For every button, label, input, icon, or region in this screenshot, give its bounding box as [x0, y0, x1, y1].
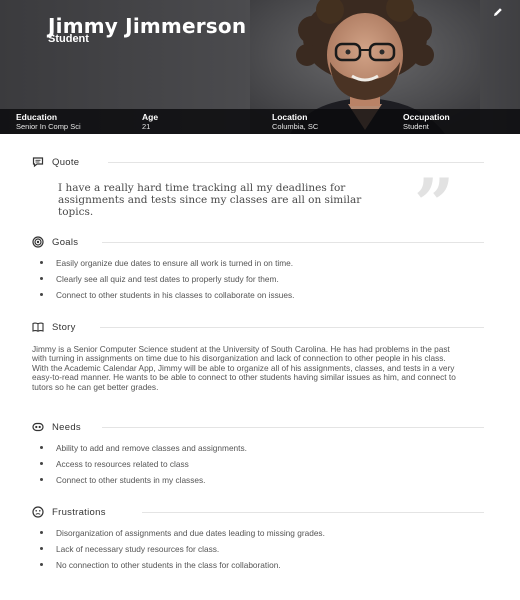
stat-label: Age: [142, 112, 159, 122]
persona-card: Jimmy Jimmerson Student Education Senior…: [0, 0, 520, 600]
stat-age: Age 21: [142, 112, 158, 131]
stat-value: 21: [142, 122, 151, 131]
target-icon: [32, 236, 44, 248]
frustrations-list: Disorganization of assignments and due d…: [38, 528, 438, 570]
stat-value: Student: [403, 122, 429, 131]
needs-icon: [32, 422, 44, 432]
stat-label: Location: [272, 112, 308, 122]
stat-label: Occupation: [403, 112, 450, 122]
section-goals-header: Goals: [32, 235, 78, 249]
section-title: Needs: [52, 421, 81, 433]
list-item: Disorganization of assignments and due d…: [38, 528, 438, 538]
frown-icon: [32, 506, 44, 518]
divider: [102, 427, 484, 428]
chat-icon: [32, 157, 44, 168]
list-item: Easily organize due dates to ensure all …: [38, 258, 294, 268]
list-item: Clearly see all quiz and test dates to p…: [38, 274, 294, 284]
section-title: Frustrations: [52, 506, 106, 518]
persona-header: Jimmy Jimmerson Student Education Senior…: [0, 0, 520, 134]
quote-mark-icon: ”: [414, 163, 455, 246]
divider: [142, 512, 484, 513]
needs-list: Ability to add and remove classes and as…: [38, 443, 247, 485]
list-item: Connect to other students in my classes.: [38, 475, 247, 485]
stat-value: Senior In Comp Sci: [16, 122, 81, 131]
list-item: Access to resources related to class: [38, 459, 247, 469]
stat-education: Education Senior In Comp Sci: [16, 112, 81, 131]
section-story-header: Story: [32, 320, 76, 334]
section-title: Quote: [52, 156, 80, 168]
section-needs-header: Needs: [32, 420, 81, 434]
stat-value: Columbia, SC: [272, 122, 319, 131]
pencil-icon[interactable]: [492, 6, 504, 18]
list-item: Connect to other students in his classes…: [38, 290, 294, 300]
stat-location: Location Columbia, SC: [272, 112, 318, 131]
story-text: Jimmy is a Senior Computer Science stude…: [32, 344, 456, 392]
divider: [102, 242, 484, 243]
book-icon: [32, 322, 44, 332]
section-frustrations-header: Frustrations: [32, 505, 106, 519]
section-title: Story: [52, 321, 76, 333]
quote-text: I have a really hard time tracking all m…: [58, 182, 362, 218]
list-item: Ability to add and remove classes and as…: [38, 443, 247, 453]
divider: [100, 327, 484, 328]
section-title: Goals: [52, 236, 79, 248]
stat-occupation: Occupation Student: [403, 112, 450, 131]
persona-stats-bar: Education Senior In Comp Sci Age 21 Loca…: [0, 109, 520, 134]
goals-list: Easily organize due dates to ensure all …: [38, 258, 294, 300]
persona-role: Student: [48, 33, 89, 45]
list-item: No connection to other students in the c…: [38, 560, 438, 570]
section-quote-header: Quote: [32, 155, 79, 169]
stat-label: Education: [16, 112, 58, 122]
list-item: Lack of necessary study resources for cl…: [38, 544, 438, 554]
